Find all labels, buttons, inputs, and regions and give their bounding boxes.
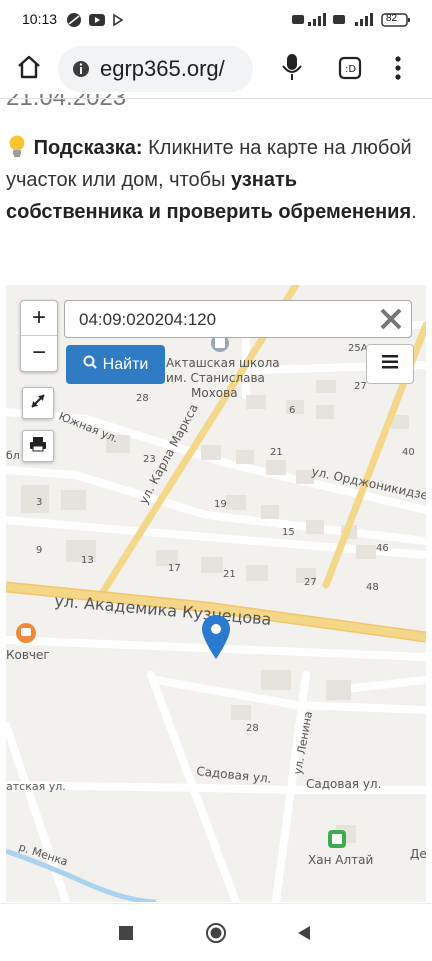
cadastral-search-field[interactable] [64,300,412,338]
url-text: egrp365.org/ [100,56,225,81]
battery-level: 82 [386,13,398,24]
zoom-out-button[interactable]: − [21,336,57,370]
house-3: 3 [36,497,42,508]
hamburger-icon [382,354,398,374]
house-27: 27 [354,381,367,392]
hint-label: Подсказка: [33,137,143,159]
label-street-tatsk: атская ул. [6,780,66,793]
house-27b: 27 [304,577,317,588]
overflow-menu-icon[interactable] [393,55,403,86]
zoom-control: + − [20,300,58,372]
house-9: 9 [36,545,42,556]
search-input[interactable] [77,309,371,331]
find-button-label: Найти [102,355,149,373]
volte-signal-icon [292,12,328,31]
location-pin-icon[interactable] [200,613,232,666]
toolbar-divider [0,98,432,99]
house-28: 28 [136,393,149,404]
house-19: 19 [214,499,227,510]
home-button-icon[interactable] [205,922,227,949]
label-khan-altai: Хан Алтай [308,853,373,867]
browser-toolbar: egrp365.org/ :D [0,40,432,96]
page-info-icon[interactable] [72,60,90,78]
label-school-3: Мохова [191,386,238,400]
volte-4g-signal-icon [333,12,375,31]
hint-end: . [411,201,417,223]
recents-button-icon[interactable] [119,926,133,945]
fullscreen-icon [29,392,47,415]
house-15: 15 [282,527,295,538]
label-kovcheg: Ковчег [6,648,50,662]
label-de: Де [410,847,426,861]
hint-block: Подсказка: Кликните на карте на любой уч… [6,132,426,228]
map-menu-button[interactable] [366,344,414,384]
clock: 10:13 [22,11,58,27]
tab-switcher-icon[interactable]: :D [338,56,362,85]
notification-icon [66,12,82,31]
lightbulb-icon [6,135,34,159]
house-6: 6 [289,405,295,416]
house-13: 13 [81,555,94,566]
back-button-icon[interactable] [296,925,312,946]
address-bar[interactable]: egrp365.org/ [58,46,253,92]
house-23: 23 [143,454,156,465]
fullscreen-button[interactable] [22,387,54,419]
house-25a: 25А [348,343,368,354]
house-28b: 28 [246,723,259,734]
label-school-2: им. Станислава [166,371,265,385]
house-40: 40 [402,447,415,458]
system-navigation-bar [0,903,432,961]
label-bl: бл [6,449,20,462]
find-button[interactable]: Найти [66,345,165,384]
house-46: 46 [376,543,389,554]
house-21b: 21 [223,569,236,580]
house-17: 17 [168,563,181,574]
house-48: 48 [366,582,379,593]
label-street-sadovaya1: Садовая ул. [196,764,272,786]
print-button[interactable] [22,430,54,462]
home-icon[interactable] [16,54,42,85]
clear-search-icon[interactable] [379,307,403,336]
printer-icon [29,435,47,458]
search-icon [83,355,97,374]
zoom-in-button[interactable]: + [21,301,57,335]
cadastral-map[interactable]: ул. Академика Кузнецова ул. Карла Маркса… [6,285,426,902]
label-street-sadovaya2: Садовая ул. [306,777,381,791]
youtube-icon [88,12,106,31]
label-school-1: Акташская школа [166,356,280,370]
svg-text::D: :D [345,64,356,75]
house-21: 21 [270,447,283,458]
status-bar: 10:13 82 [0,0,432,40]
label-street-main: ул. Академика Кузнецова [54,591,273,629]
microphone-icon[interactable] [280,52,304,87]
play-icon [112,12,124,31]
